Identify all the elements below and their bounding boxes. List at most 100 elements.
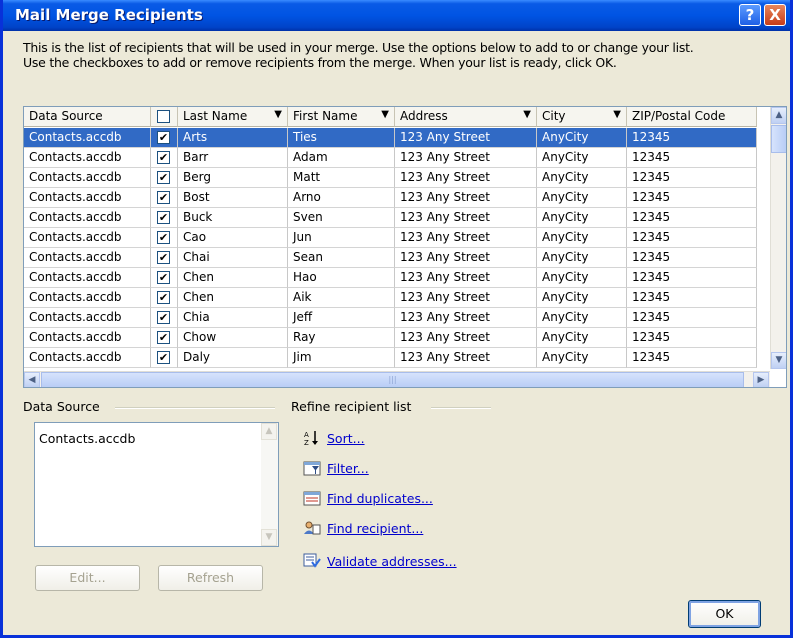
cell-source: Contacts.accdb <box>24 348 151 368</box>
recipient-checkbox[interactable]: ✔ <box>157 251 170 264</box>
header-city[interactable]: City ▼ <box>537 107 627 127</box>
recipients-grid[interactable]: Data Source Last Name ▼ First Name ▼ Address ▼… <box>23 106 787 388</box>
cell-last: Chai <box>178 248 288 268</box>
table-row[interactable]: Contacts.accdb ✔ Barr Adam 123 Any Street Any… <box>24 148 757 168</box>
table-row[interactable]: Contacts.accdb ✔ Buck Sven 123 Any Street Any… <box>24 208 757 228</box>
scroll-down-button[interactable]: ▼ <box>771 352 786 369</box>
validate-addresses-option[interactable]: Validate addresses... <box>303 550 457 572</box>
svg-text:Z: Z <box>304 439 309 447</box>
cell-zip: 12345 <box>627 288 757 308</box>
cell-source: Contacts.accdb <box>24 328 151 348</box>
title-bar[interactable]: Mail Merge Recipients ? X <box>3 0 790 31</box>
vertical-scroll-thumb[interactable] <box>771 125 786 153</box>
find-duplicates-option[interactable]: Find duplicates... <box>303 487 433 509</box>
recipient-checkbox[interactable]: ✔ <box>157 171 170 184</box>
close-button[interactable]: X <box>764 4 786 26</box>
row-checkbox-cell: ✔ <box>151 188 178 208</box>
refresh-button[interactable]: Refresh <box>158 565 263 591</box>
header-address[interactable]: Address ▼ <box>395 107 537 127</box>
table-row[interactable]: Contacts.accdb ✔ Arts Ties 123 Any Street Any… <box>24 128 757 148</box>
filter-option[interactable]: Filter... <box>303 457 369 479</box>
row-checkbox-cell: ✔ <box>151 328 178 348</box>
recipient-checkbox[interactable]: ✔ <box>157 131 170 144</box>
recipient-checkbox[interactable]: ✔ <box>157 311 170 324</box>
header-last-name[interactable]: Last Name ▼ <box>178 107 288 127</box>
help-button[interactable]: ? <box>739 4 761 26</box>
instructions-line-2: Use the checkboxes to add or remove reci… <box>23 55 617 70</box>
ok-button[interactable]: OK <box>688 600 761 628</box>
find-recipient-link[interactable]: Find recipient... <box>327 521 423 536</box>
data-source-list[interactable]: Contacts.accdb ▲ ▼ <box>34 422 279 547</box>
header-zip[interactable]: ZIP/Postal Code <box>627 107 757 127</box>
sort-option[interactable]: A Z Sort... <box>303 427 365 449</box>
cell-address: 123 Any Street <box>395 148 537 168</box>
select-all-checkbox[interactable] <box>157 110 170 123</box>
recipient-checkbox[interactable]: ✔ <box>157 271 170 284</box>
table-row[interactable]: Contacts.accdb ✔ Chia Jeff 123 Any Street Any… <box>24 308 757 328</box>
table-row[interactable]: Contacts.accdb ✔ Chow Ray 123 Any Street AnyC… <box>24 328 757 348</box>
row-checkbox-cell: ✔ <box>151 308 178 328</box>
row-checkbox-cell: ✔ <box>151 128 178 148</box>
cell-zip: 12345 <box>627 328 757 348</box>
header-first-name[interactable]: First Name ▼ <box>288 107 395 127</box>
data-source-item[interactable]: Contacts.accdb <box>39 431 135 446</box>
sort-link[interactable]: Sort... <box>327 431 365 446</box>
header-label: ZIP/Postal Code <box>632 109 726 123</box>
find-duplicates-link[interactable]: Find duplicates... <box>327 491 433 506</box>
grid-horizontal-scrollbar[interactable]: ◀ ||| ▶ <box>24 371 770 387</box>
grid-header-row: Data Source Last Name ▼ First Name ▼ Address ▼… <box>24 107 757 127</box>
data-source-scrollbar[interactable]: ▲ ▼ <box>261 423 278 546</box>
header-select-all[interactable] <box>151 107 178 127</box>
table-row[interactable]: Contacts.accdb ✔ Cao Jun 123 Any Street AnyCi… <box>24 228 757 248</box>
recipient-checkbox[interactable]: ✔ <box>157 351 170 364</box>
chevron-down-icon[interactable]: ▼ <box>381 109 389 120</box>
cell-address: 123 Any Street <box>395 188 537 208</box>
table-row[interactable]: Contacts.accdb ✔ Bost Arno 123 Any Street Any… <box>24 188 757 208</box>
recipient-checkbox[interactable]: ✔ <box>157 291 170 304</box>
cell-address: 123 Any Street <box>395 208 537 228</box>
filter-link[interactable]: Filter... <box>327 461 369 476</box>
cell-first: Jeff <box>288 308 395 328</box>
recipient-checkbox[interactable]: ✔ <box>157 231 170 244</box>
header-data-source[interactable]: Data Source <box>24 107 151 127</box>
find-duplicates-icon <box>303 491 321 506</box>
scroll-right-button[interactable]: ▶ <box>753 372 769 387</box>
scroll-up-button[interactable]: ▲ <box>771 107 786 124</box>
find-recipient-option[interactable]: Find recipient... <box>303 517 423 539</box>
table-row[interactable]: Contacts.accdb ✔ Chen Hao 123 Any Street AnyC… <box>24 268 757 288</box>
scroll-left-button[interactable]: ◀ <box>24 372 40 387</box>
chevron-down-icon[interactable]: ▼ <box>274 109 282 120</box>
row-checkbox-cell: ✔ <box>151 228 178 248</box>
recipient-checkbox[interactable]: ✔ <box>157 151 170 164</box>
row-checkbox-cell: ✔ <box>151 168 178 188</box>
table-row[interactable]: Contacts.accdb ✔ Daly Jim 123 Any Street AnyC… <box>24 348 757 368</box>
table-row[interactable]: Contacts.accdb ✔ Chen Aik 123 Any Street AnyC… <box>24 288 757 308</box>
recipient-checkbox[interactable]: ✔ <box>157 191 170 204</box>
mail-merge-recipients-dialog: Mail Merge Recipients ? X This is the li… <box>0 0 793 638</box>
edit-button[interactable]: Edit... <box>35 565 140 591</box>
header-label: First Name <box>293 109 358 123</box>
cell-city: AnyCity <box>537 308 627 328</box>
horizontal-scroll-thumb[interactable]: ||| <box>41 372 744 387</box>
table-row[interactable]: Contacts.accdb ✔ Chai Sean 123 Any Street Any… <box>24 248 757 268</box>
recipient-checkbox[interactable]: ✔ <box>157 331 170 344</box>
cell-last: Chia <box>178 308 288 328</box>
cell-source: Contacts.accdb <box>24 248 151 268</box>
cell-zip: 12345 <box>627 148 757 168</box>
chevron-down-icon[interactable]: ▼ <box>523 109 531 120</box>
ds-scroll-up-button[interactable]: ▲ <box>261 423 277 440</box>
cell-city: AnyCity <box>537 188 627 208</box>
window-title: Mail Merge Recipients <box>15 6 203 24</box>
cell-city: AnyCity <box>537 248 627 268</box>
cell-city: AnyCity <box>537 228 627 248</box>
validate-addresses-link[interactable]: Validate addresses... <box>327 554 457 569</box>
cell-city: AnyCity <box>537 168 627 188</box>
chevron-down-icon[interactable]: ▼ <box>613 109 621 120</box>
table-row[interactable]: Contacts.accdb ✔ Berg Matt 123 Any Street Any… <box>24 168 757 188</box>
cell-source: Contacts.accdb <box>24 268 151 288</box>
ds-scroll-down-button[interactable]: ▼ <box>261 529 277 546</box>
recipient-checkbox[interactable]: ✔ <box>157 211 170 224</box>
cell-first: Adam <box>288 148 395 168</box>
grid-vertical-scrollbar[interactable]: ▲ ▼ <box>770 107 786 369</box>
data-source-divider <box>115 407 275 409</box>
